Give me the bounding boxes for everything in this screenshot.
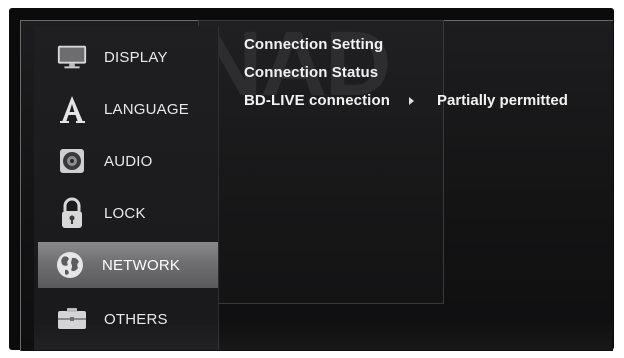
sidebar-item-audio[interactable]: AUDIO	[40, 138, 216, 184]
lock-icon	[56, 197, 88, 229]
chevron-right-icon	[409, 97, 414, 105]
sidebar-item-lock[interactable]: LOCK	[40, 190, 216, 236]
submenu-item-connection-setting[interactable]: Connection Setting	[244, 36, 383, 53]
network-icon	[54, 249, 86, 281]
display-icon	[56, 41, 88, 73]
language-icon	[56, 93, 88, 125]
bd-live-connection-value[interactable]: Partially permitted	[437, 92, 568, 109]
sidebar-item-label: NETWORK	[102, 256, 181, 274]
sidebar-item-language[interactable]: LANGUAGE	[40, 86, 216, 132]
sidebar-item-label: LOCK	[104, 204, 146, 222]
submenu-panel	[198, 20, 444, 304]
audio-icon	[56, 145, 88, 177]
bottom-reflection	[34, 320, 612, 350]
sidebar-item-network[interactable]: NETWORK	[38, 242, 218, 288]
submenu-item-connection-status[interactable]: Connection Status	[244, 64, 378, 81]
submenu-item-bd-live-connection[interactable]: BD-LIVE connection	[244, 92, 390, 109]
settings-sidebar: DISPLAY LANGUAGE AUDIO LOCK NETWORK OTHE…	[34, 26, 219, 350]
sidebar-item-label: AUDIO	[104, 152, 153, 170]
sidebar-item-label: LANGUAGE	[104, 100, 189, 118]
sidebar-item-display[interactable]: DISPLAY	[40, 34, 216, 80]
sidebar-item-label: DISPLAY	[104, 48, 168, 66]
